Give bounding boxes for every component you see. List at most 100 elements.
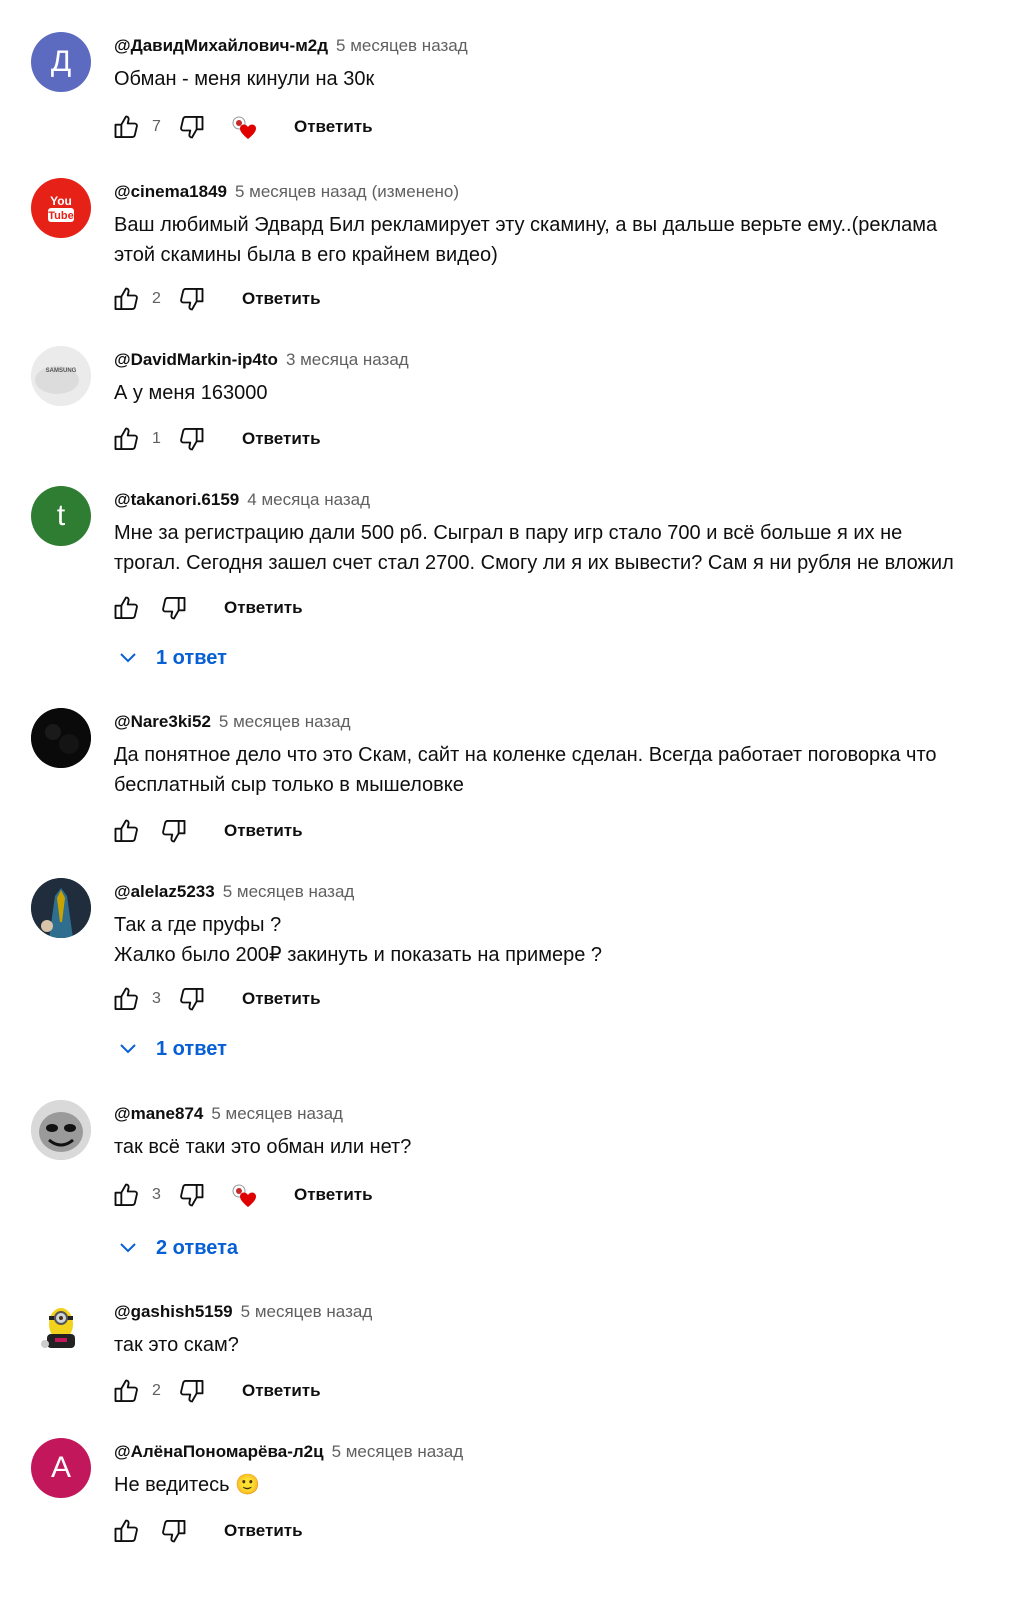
chevron-down-icon <box>116 646 140 670</box>
thumb-up-icon <box>112 1181 140 1209</box>
comment-time[interactable]: 5 месяцев назад <box>219 708 351 736</box>
like-count: 2 <box>152 290 161 307</box>
replies-count: 2 ответа <box>156 1236 239 1259</box>
like-count: 1 <box>152 430 161 447</box>
avatar[interactable]: Д <box>31 32 91 92</box>
dislike-button[interactable] <box>158 592 190 624</box>
avatar[interactable] <box>31 1100 91 1160</box>
dislike-button[interactable] <box>176 423 208 455</box>
thumb-up-icon <box>112 1517 140 1545</box>
reply-button[interactable]: Ответить <box>224 1521 303 1541</box>
comment-text: Ваш любимый Эдвард Бил рекламирует эту с… <box>114 214 938 266</box>
avatar[interactable]: t <box>31 486 91 546</box>
mask-avatar-image <box>31 1100 91 1160</box>
thumb-up-icon <box>112 113 140 141</box>
reply-button[interactable]: Ответить <box>242 429 321 449</box>
comment-author[interactable]: @ДавидМихайлович-м2д <box>114 32 328 60</box>
comment-text: Обман - меня кинули на 30к <box>114 68 375 90</box>
like-button[interactable] <box>110 1179 142 1211</box>
avatar[interactable]: SAMSUNG <box>31 346 91 406</box>
thumb-down-icon <box>178 1181 206 1209</box>
thumb-up-icon <box>112 594 140 622</box>
thumb-down-icon <box>178 985 206 1013</box>
comment-text: Так а где пруфы ? Жалко было 200₽ закину… <box>114 914 602 966</box>
comment-time[interactable]: 5 месяцев назад <box>211 1100 343 1128</box>
like-button[interactable] <box>110 1375 142 1407</box>
dislike-button[interactable] <box>176 111 208 143</box>
like-button[interactable] <box>110 983 142 1015</box>
minion-avatar-image <box>41 1308 75 1348</box>
avatar[interactable]: А <box>31 1438 91 1498</box>
chevron-down-icon <box>116 1236 140 1260</box>
comment-text: А у меня 163000 <box>114 382 268 404</box>
comment-text: Не ведитесь 🙂 <box>114 1474 260 1496</box>
comment-author[interactable]: @Nare3ki52 <box>114 708 211 736</box>
reply-button[interactable]: Ответить <box>224 821 303 841</box>
like-button[interactable] <box>110 423 142 455</box>
chevron-down-icon <box>116 1037 140 1061</box>
comment-author[interactable]: @cinema1849 <box>114 178 227 206</box>
like-count: 3 <box>152 990 161 1007</box>
comment-time[interactable]: 5 месяцев назад <box>223 878 355 906</box>
comment-author[interactable]: @АлёнаПономарёва-л2ц <box>114 1438 324 1466</box>
comment-time[interactable]: 3 месяца назад <box>286 346 409 374</box>
comment-author[interactable]: @alelaz5233 <box>114 878 215 906</box>
reply-button[interactable]: Ответить <box>242 289 321 309</box>
like-button[interactable] <box>110 283 142 315</box>
comment-author[interactable]: @mane874 <box>114 1100 203 1128</box>
samsung-logo-icon: SAMSUNG <box>31 346 91 406</box>
avatar[interactable]: You Tube <box>31 178 91 238</box>
like-button[interactable] <box>110 592 142 624</box>
comment-text: так всё таки это обман или нет? <box>114 1136 412 1158</box>
comment-author[interactable]: @takanori.6159 <box>114 486 239 514</box>
thumb-down-icon <box>178 113 206 141</box>
reply-button[interactable]: Ответить <box>242 1381 321 1401</box>
like-button[interactable] <box>110 111 142 143</box>
dislike-button[interactable] <box>158 1515 190 1547</box>
comment-time[interactable]: 4 месяца назад <box>247 486 370 514</box>
dislike-button[interactable] <box>158 815 190 847</box>
avatar[interactable] <box>31 708 91 768</box>
dislike-button[interactable] <box>176 283 208 315</box>
dislike-button[interactable] <box>176 1375 208 1407</box>
comment-author[interactable]: @gashish5159 <box>114 1298 233 1326</box>
comment-text: Мне за регистрацию дали 500 рб. Сыграл в… <box>114 522 954 574</box>
replies-count: 1 ответ <box>156 1037 227 1060</box>
comment-author[interactable]: @DavidMarkin-ip4to <box>114 346 278 374</box>
creator-heart-icon <box>230 1180 260 1210</box>
thumb-down-icon <box>160 594 188 622</box>
reply-button[interactable]: Ответить <box>224 598 303 618</box>
thumb-up-icon <box>112 425 140 453</box>
comment-time[interactable]: 5 месяцев назад <box>235 178 367 206</box>
youtube-logo-icon: You Tube <box>48 194 74 222</box>
comment-time[interactable]: 5 месяцев назад <box>332 1438 464 1466</box>
reply-button[interactable]: Ответить <box>242 989 321 1009</box>
dark-avatar-image <box>31 708 91 768</box>
suit-avatar-image <box>31 878 91 938</box>
thumb-down-icon <box>178 285 206 313</box>
view-replies-button[interactable]: 1 ответ <box>116 640 227 676</box>
avatar[interactable] <box>31 1298 91 1358</box>
comment-time[interactable]: 5 месяцев назад <box>336 32 468 60</box>
svg-text:SAMSUNG: SAMSUNG <box>46 368 77 374</box>
like-button[interactable] <box>110 1515 142 1547</box>
like-count: 3 <box>152 1186 161 1203</box>
like-button[interactable] <box>110 815 142 847</box>
reply-button[interactable]: Ответить <box>294 1185 373 1205</box>
avatar[interactable] <box>31 878 91 938</box>
thumb-up-icon <box>112 985 140 1013</box>
reply-button[interactable]: Ответить <box>294 117 373 137</box>
edited-label: (изменено) <box>371 182 460 201</box>
view-replies-button[interactable]: 2 ответа <box>116 1230 238 1266</box>
creator-heart-icon <box>230 112 260 142</box>
svg-text:Tube: Tube <box>48 210 73 222</box>
comment-text: так это скам? <box>114 1334 239 1356</box>
thumb-up-icon <box>112 285 140 313</box>
view-replies-button[interactable]: 1 ответ <box>116 1031 227 1067</box>
dislike-button[interactable] <box>176 1179 208 1211</box>
replies-count: 1 ответ <box>156 646 227 669</box>
thumb-down-icon <box>160 1517 188 1545</box>
svg-text:You: You <box>50 194 72 208</box>
dislike-button[interactable] <box>176 983 208 1015</box>
comment-time[interactable]: 5 месяцев назад <box>241 1298 373 1326</box>
